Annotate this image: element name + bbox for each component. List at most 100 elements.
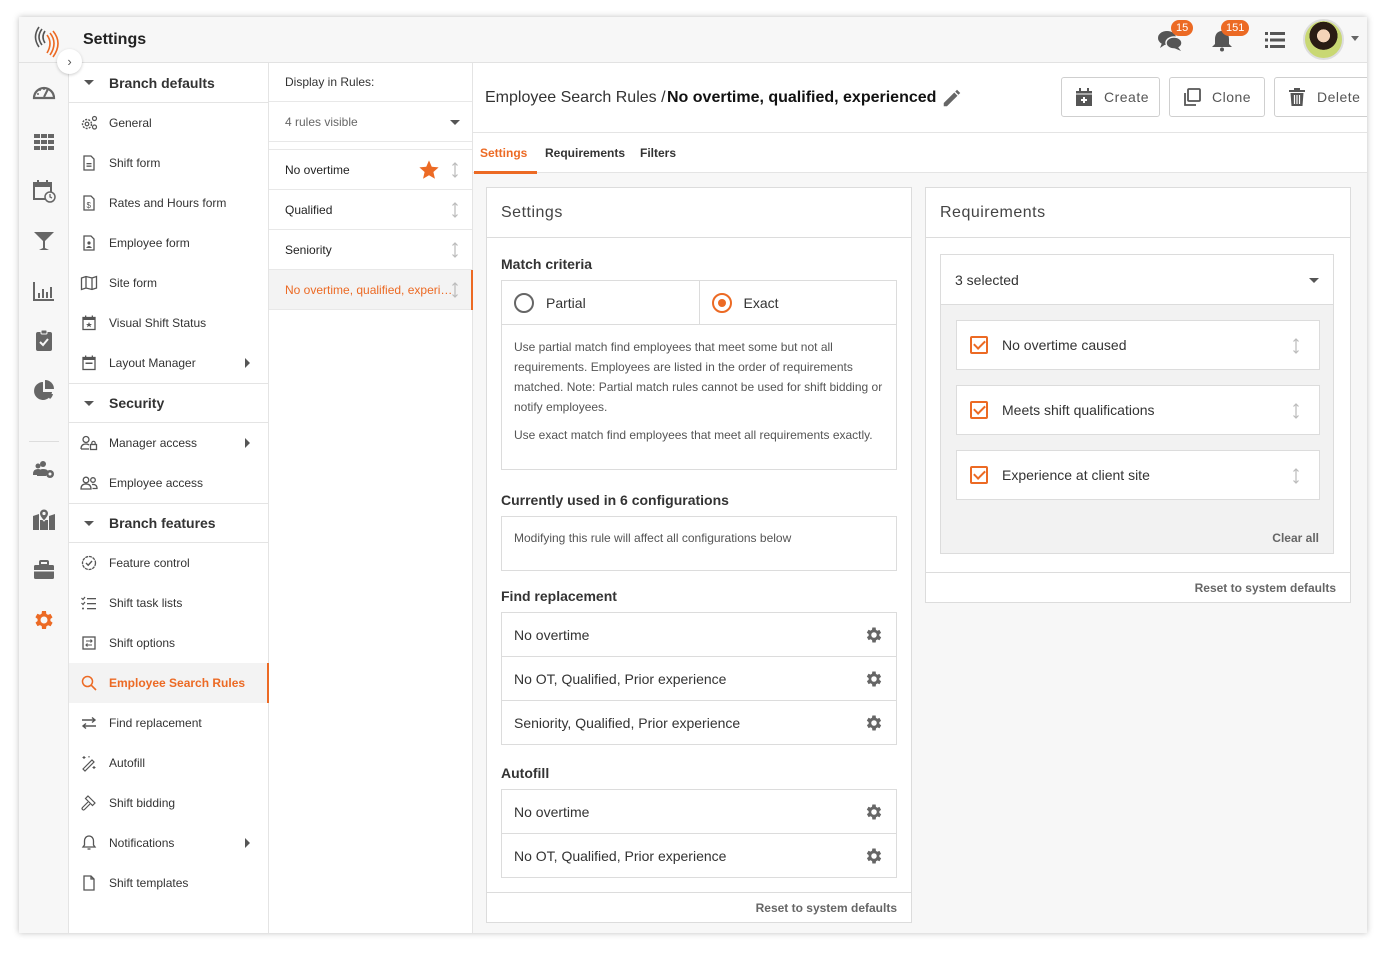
users-gear-icon[interactable]	[32, 458, 56, 482]
nav-item-general[interactable]: General	[69, 103, 268, 143]
gear-icon[interactable]	[864, 625, 884, 645]
requirements-select[interactable]: 3 selected	[940, 254, 1334, 304]
drag-handle-icon[interactable]	[450, 282, 460, 298]
checkbox-checked[interactable]	[970, 401, 988, 419]
nav-group-label: Security	[109, 395, 165, 411]
map-pin-icon[interactable]	[32, 508, 56, 532]
nav-group-branch-defaults[interactable]: Branch defaults	[69, 63, 268, 103]
tab-bar: Settings Requirements Filters	[473, 133, 1367, 174]
grid-icon[interactable]	[32, 130, 56, 154]
radio-checked-icon[interactable]	[711, 292, 732, 313]
drag-handle-icon[interactable]	[450, 162, 460, 178]
checkbox-checked[interactable]	[970, 336, 988, 354]
gear-icon[interactable]	[32, 608, 56, 632]
drag-handle-icon[interactable]	[1291, 338, 1301, 354]
nav-item-autofill[interactable]: Autofill	[69, 743, 268, 783]
rule-item[interactable]: Seniority	[269, 230, 472, 270]
nav-item-label: General	[109, 116, 152, 130]
clone-button[interactable]: Clone	[1169, 77, 1265, 117]
partial-radio-option[interactable]: Partial	[502, 281, 699, 324]
clipboard-check-icon[interactable]	[32, 329, 56, 353]
nav-item-rates-and-hours-form[interactable]: $ Rates and Hours form	[69, 183, 268, 223]
rule-item-active[interactable]: No overtime, qualified, experienced	[269, 270, 473, 310]
expand-sidebar-button[interactable]: ›	[57, 49, 82, 74]
nav-item-layout-manager[interactable]: Layout Manager	[69, 343, 268, 383]
star-icon[interactable]	[418, 159, 440, 181]
tab-filters[interactable]: Filters	[640, 133, 676, 173]
requirement-item[interactable]: No overtime caused	[956, 320, 1320, 370]
pencil-icon[interactable]	[941, 87, 963, 109]
reset-defaults-link[interactable]: Reset to system defaults	[1195, 581, 1336, 595]
drag-handle-icon[interactable]	[450, 202, 460, 218]
list-menu-button[interactable]	[1263, 28, 1289, 52]
delete-button[interactable]: Delete	[1274, 77, 1367, 117]
nav-item-shift-task-lists[interactable]: Shift task lists	[69, 583, 268, 623]
clear-all-link[interactable]: Clear all	[1272, 531, 1319, 545]
nav-item-visual-shift-status[interactable]: Visual Shift Status	[69, 303, 268, 343]
drag-handle-icon[interactable]	[1291, 468, 1301, 484]
tab-requirements[interactable]: Requirements	[545, 133, 625, 173]
gear-icon[interactable]	[864, 802, 884, 822]
nav-group-label: Branch defaults	[109, 74, 215, 91]
nav-item-find-replacement[interactable]: Find replacement	[69, 703, 268, 743]
match-criteria-radio-group: Partial Exact	[502, 281, 896, 325]
reset-defaults-link[interactable]: Reset to system defaults	[756, 901, 897, 915]
settings-nav: Branch defaults General Shift form $ Rat…	[69, 63, 269, 933]
alerts-button[interactable]: 151	[1209, 20, 1250, 52]
nav-item-employee-search-rules[interactable]: Employee Search Rules	[69, 663, 269, 703]
user-avatar[interactable]	[1303, 19, 1344, 60]
gavel-icon	[81, 795, 96, 811]
gear-icon[interactable]	[864, 713, 884, 733]
nav-item-employee-form[interactable]: Employee form	[69, 223, 268, 263]
rules-visible-select[interactable]: 4 rules visible	[269, 102, 472, 142]
nav-item-feature-control[interactable]: Feature control	[69, 543, 268, 583]
gear-icon[interactable]	[864, 846, 884, 866]
nav-item-label: Shift form	[109, 156, 161, 170]
nav-item-label: Shift templates	[109, 876, 189, 890]
filter-icon[interactable]	[32, 229, 56, 253]
usage-title: Currently used in 6 configurations	[501, 492, 729, 508]
nav-item-label: Shift options	[109, 636, 176, 650]
create-button[interactable]: Create	[1061, 77, 1160, 117]
nav-item-notifications[interactable]: Notifications	[69, 823, 268, 863]
rule-label: No overtime	[285, 162, 350, 177]
bar-chart-icon[interactable]	[32, 279, 56, 303]
nav-item-label: Rates and Hours form	[109, 196, 227, 210]
caret-down-icon	[450, 120, 460, 125]
nav-item-employee-access[interactable]: Employee access	[69, 463, 268, 503]
user-lock-icon	[80, 435, 98, 451]
exact-radio-option[interactable]: Exact	[698, 281, 897, 324]
requirement-label: No overtime caused	[1002, 337, 1127, 353]
dashboard-icon[interactable]	[32, 80, 56, 104]
checkbox-checked[interactable]	[970, 466, 988, 484]
rule-item[interactable]: No overtime	[269, 150, 472, 190]
rule-item[interactable]: Qualified	[269, 190, 472, 230]
messages-button[interactable]: 15	[1157, 20, 1194, 52]
config-row: No overtime	[502, 613, 896, 657]
breadcrumb[interactable]: Employee Search Rules /	[485, 89, 666, 107]
copy-icon	[1184, 88, 1201, 106]
gear-icon[interactable]	[864, 669, 884, 689]
nav-group-security[interactable]: Security	[69, 383, 268, 423]
nav-group-branch-features[interactable]: Branch features	[69, 503, 268, 543]
requirement-item[interactable]: Meets shift qualifications	[956, 385, 1320, 435]
radio-unchecked-icon[interactable]	[514, 292, 534, 313]
nav-item-label: Shift bidding	[109, 796, 176, 810]
nav-item-shift-templates[interactable]: Shift templates	[69, 863, 268, 903]
tab-settings[interactable]: Settings	[473, 133, 538, 174]
nav-item-site-form[interactable]: Site form	[69, 263, 268, 303]
nav-item-shift-options[interactable]: Shift options	[69, 623, 268, 663]
nav-item-manager-access[interactable]: Manager access	[69, 423, 268, 463]
config-label: Seniority, Qualified, Prior experience	[514, 715, 741, 731]
nav-item-shift-form[interactable]: Shift form	[69, 143, 268, 183]
pie-chart-icon[interactable]	[32, 379, 56, 403]
drag-handle-icon[interactable]	[450, 242, 460, 258]
drag-handle-icon[interactable]	[1291, 403, 1301, 419]
briefcase-icon[interactable]	[32, 558, 56, 582]
chevron-down-icon[interactable]	[1351, 36, 1359, 41]
person-document-icon	[83, 235, 95, 251]
requirement-item[interactable]: Experience at client site	[956, 450, 1320, 500]
nav-item-shift-bidding[interactable]: Shift bidding	[69, 783, 268, 823]
calendar-clock-icon[interactable]	[32, 179, 56, 203]
clone-button-label: Clone	[1212, 89, 1252, 105]
